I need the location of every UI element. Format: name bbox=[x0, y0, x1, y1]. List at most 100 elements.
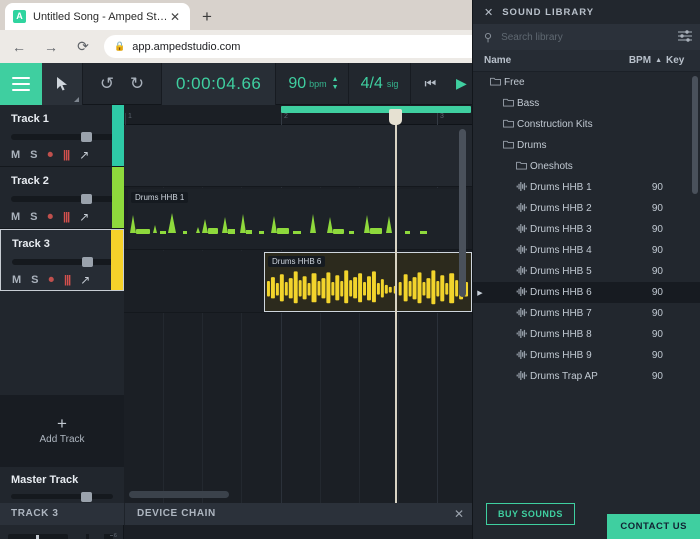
track-mute-button[interactable]: M bbox=[11, 211, 20, 223]
automation-icon[interactable]: ↗ bbox=[80, 273, 90, 287]
bpm-stepper[interactable]: ▲ ▼ bbox=[332, 76, 339, 91]
library-row[interactable]: Drums HHB 8 90 bbox=[473, 324, 700, 345]
contact-us-button[interactable]: CONTACT US bbox=[607, 514, 700, 539]
redo-icon[interactable]: ↻ bbox=[123, 70, 151, 98]
column-bpm[interactable]: BPM bbox=[605, 55, 651, 66]
rec-icon[interactable]: ⏺ bbox=[49, 274, 55, 287]
track-mute-button[interactable]: M bbox=[11, 149, 20, 161]
piano-icon[interactable]: ||| bbox=[64, 274, 71, 286]
library-row-label: Oneshots bbox=[530, 161, 573, 172]
track-lane-1[interactable] bbox=[124, 125, 472, 187]
automation-icon[interactable]: ↗ bbox=[79, 148, 89, 162]
master-track-header[interactable]: Master Track bbox=[0, 467, 124, 503]
reload-icon[interactable]: ⟳ bbox=[70, 34, 96, 60]
forward-icon[interactable]: → bbox=[38, 34, 64, 60]
library-row[interactable]: ▶ Drums HHB 6 90 bbox=[473, 282, 700, 303]
library-row[interactable]: Drums Trap AP 90 bbox=[473, 366, 700, 387]
library-row[interactable]: Drums HHB 9 90 bbox=[473, 345, 700, 366]
library-row[interactable]: Construction Kits bbox=[473, 114, 700, 135]
sound-library-header: ✕ SOUND LIBRARY bbox=[473, 0, 700, 24]
library-scrollbar[interactable] bbox=[692, 76, 698, 386]
library-row[interactable]: Drums HHB 1 90 bbox=[473, 177, 700, 198]
column-name[interactable]: Name bbox=[473, 55, 605, 66]
time-signature-control[interactable]: 4/4 sig bbox=[349, 63, 411, 105]
go-to-start-button[interactable]: ⏮ bbox=[415, 63, 445, 105]
column-key[interactable]: Key bbox=[666, 55, 700, 66]
track-header-2[interactable]: Track 2 M S ⏺ ||| ↗ bbox=[0, 167, 124, 229]
library-row[interactable]: Drums HHB 7 90 bbox=[473, 303, 700, 324]
library-list[interactable]: Free Bass Construction Kits Drums Oneshots Dr… bbox=[473, 72, 700, 390]
arrangement-horizontal-scrollbar[interactable] bbox=[124, 491, 454, 499]
track-volume-slider[interactable] bbox=[11, 132, 115, 142]
track-header-1[interactable]: Track 1 M S ⏺ ||| ↗ bbox=[0, 105, 124, 167]
pointer-tool-button[interactable] bbox=[42, 62, 82, 105]
hamburger-menu-icon[interactable] bbox=[0, 62, 42, 105]
bpm-control[interactable]: 90 bpm ▲ ▼ bbox=[276, 63, 347, 105]
library-column-headers: Name BPM ▲ Key bbox=[473, 50, 700, 72]
audio-clip[interactable]: Drums HHB 1 bbox=[128, 189, 468, 249]
track-name: Track 2 bbox=[11, 175, 49, 187]
channel-strip: MUTE SOLO ⏺ ||| 681018 24303642 485460 bbox=[0, 525, 124, 539]
library-row[interactable]: Drums bbox=[473, 135, 700, 156]
bottom-panel: TRACK 3 DEVICE CHAIN ✕ MUTE SOLO ⏺ ||| bbox=[0, 503, 472, 539]
master-volume-slider[interactable] bbox=[11, 492, 113, 502]
add-track-label: Add Track bbox=[39, 434, 85, 445]
library-row-bpm: 90 bbox=[651, 350, 663, 361]
track-volume-slider[interactable] bbox=[11, 194, 115, 204]
library-row-label: Drums bbox=[517, 140, 547, 151]
library-row-label: Bass bbox=[517, 98, 540, 109]
browser-tab[interactable]: A Untitled Song - Amped Studio ✕ bbox=[5, 3, 190, 30]
folder-icon bbox=[487, 77, 504, 89]
track-header-3[interactable]: Track 3 M S ⏺ ||| ↗ bbox=[0, 229, 124, 291]
track-controls: M S ⏺ ||| ↗ bbox=[11, 210, 115, 224]
track-mute-button[interactable]: M bbox=[12, 274, 21, 286]
filter-sliders-icon[interactable] bbox=[678, 29, 692, 45]
library-row[interactable]: Drums HHB 3 90 bbox=[473, 219, 700, 240]
tab-title: Untitled Song - Amped Studio bbox=[33, 10, 168, 23]
rec-icon[interactable]: ⏺ bbox=[48, 149, 54, 162]
time-display[interactable]: 0:00:04.66 bbox=[162, 62, 276, 105]
folder-icon bbox=[500, 98, 517, 110]
track-controls: M S ⏺ ||| ↗ bbox=[11, 148, 115, 162]
library-row[interactable]: Oneshots bbox=[473, 156, 700, 177]
search-icon: ⚲ bbox=[484, 31, 493, 44]
waveform-icon bbox=[513, 202, 530, 215]
close-icon[interactable]: ✕ bbox=[484, 6, 493, 19]
arrangement-vertical-scrollbar[interactable] bbox=[459, 129, 467, 499]
track-volume-slider[interactable] bbox=[12, 257, 114, 267]
library-row[interactable]: Bass bbox=[473, 93, 700, 114]
back-icon[interactable]: ← bbox=[6, 34, 32, 60]
clip-label: Drums HHB 1 bbox=[131, 192, 189, 203]
timeline-ruler[interactable]: 1 2 3 bbox=[124, 105, 472, 125]
library-row[interactable]: Drums HHB 4 90 bbox=[473, 240, 700, 261]
playhead[interactable] bbox=[395, 111, 397, 503]
clip-label: Drums HHB 6 bbox=[268, 256, 326, 267]
play-preview-icon[interactable]: ▶ bbox=[473, 289, 487, 297]
audio-clip[interactable]: Drums HHB 6 bbox=[264, 252, 472, 312]
device-chain-panel[interactable]: + Add Device The WindowsClub bbox=[124, 525, 472, 539]
search-bar[interactable]: ⚲ Search library bbox=[473, 24, 700, 50]
add-track-button[interactable]: + Add Track bbox=[0, 395, 124, 467]
library-row[interactable]: Drums HHB 2 90 bbox=[473, 198, 700, 219]
library-row[interactable]: Free bbox=[473, 72, 700, 93]
piano-icon[interactable]: ||| bbox=[63, 149, 70, 161]
pan-slider[interactable] bbox=[8, 534, 68, 539]
undo-icon[interactable]: ↺ bbox=[93, 70, 121, 98]
close-icon[interactable]: ✕ bbox=[446, 503, 472, 525]
close-icon[interactable]: ✕ bbox=[168, 10, 182, 24]
arrangement-area[interactable]: 1 2 3 Drums HHB 1 Drums HHB 6 bbox=[124, 105, 472, 503]
rec-icon[interactable]: ⏺ bbox=[48, 211, 54, 224]
channel-strip-title: TRACK 3 bbox=[11, 508, 59, 519]
library-row[interactable]: Drums HHB 5 90 bbox=[473, 261, 700, 282]
track-solo-button[interactable]: S bbox=[30, 211, 37, 223]
buy-sounds-button[interactable]: BUY SOUNDS bbox=[486, 503, 575, 525]
search-input[interactable]: Search library bbox=[501, 32, 669, 43]
bar-number: 3 bbox=[440, 113, 444, 120]
piano-icon[interactable]: ||| bbox=[63, 211, 70, 223]
track-solo-button[interactable]: S bbox=[31, 274, 38, 286]
playhead-handle[interactable] bbox=[389, 109, 402, 125]
loop-region[interactable] bbox=[281, 106, 471, 113]
automation-icon[interactable]: ↗ bbox=[79, 210, 89, 224]
new-tab-button[interactable]: + bbox=[196, 6, 218, 28]
track-solo-button[interactable]: S bbox=[30, 149, 37, 161]
